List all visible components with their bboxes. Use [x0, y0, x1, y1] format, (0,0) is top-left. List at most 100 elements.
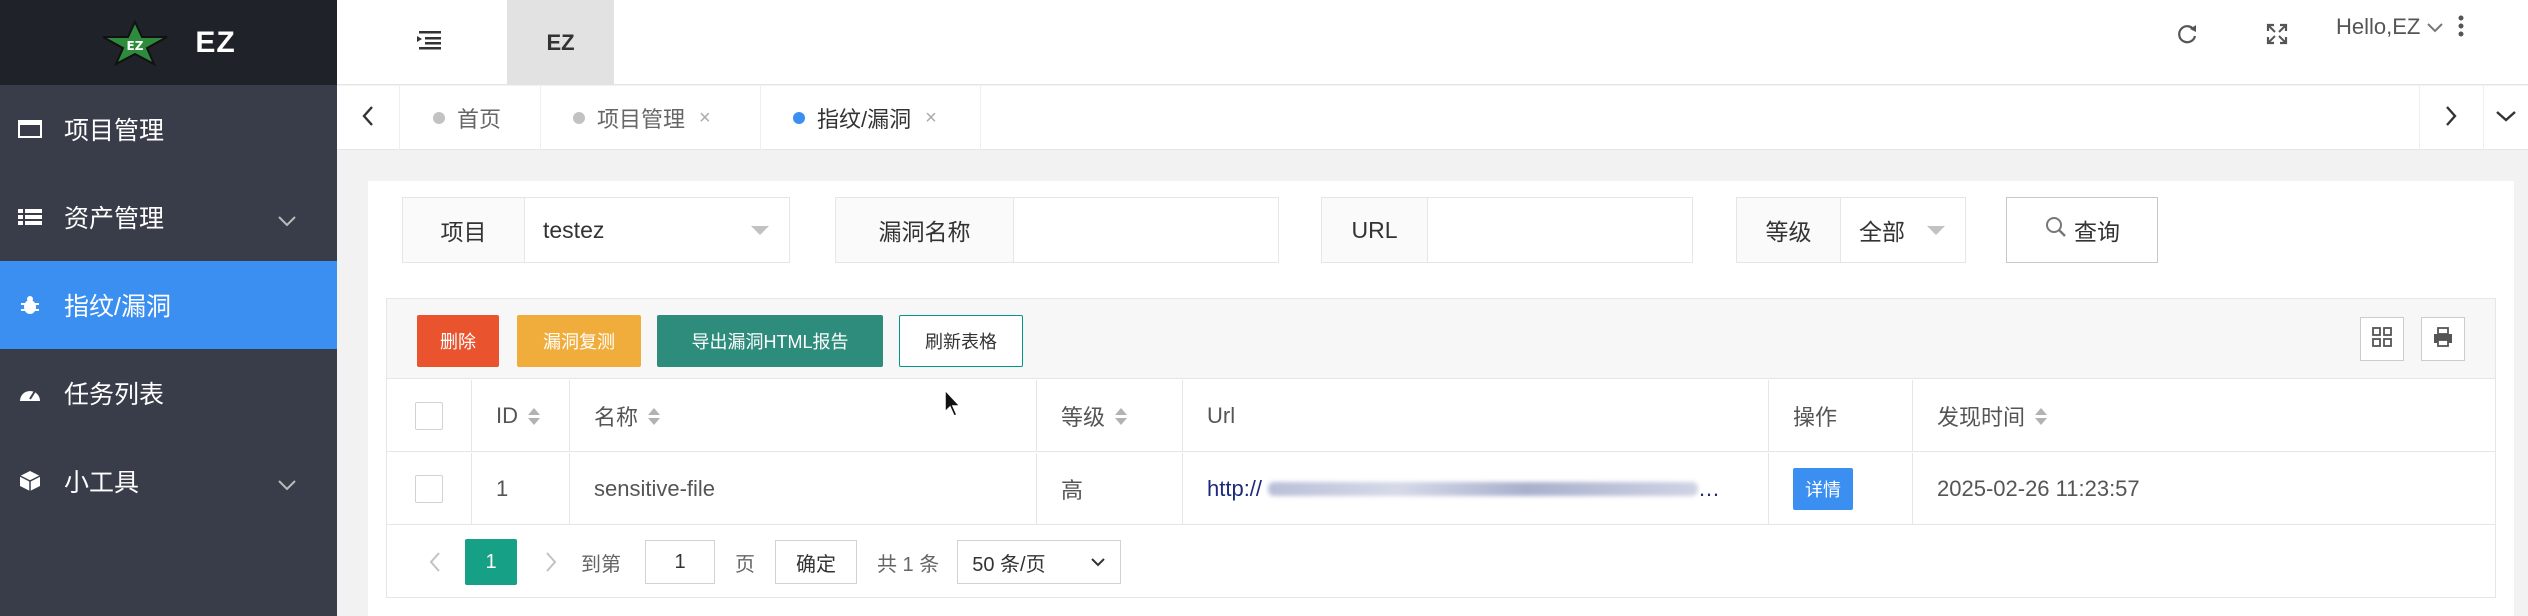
chevron-left-icon [429, 552, 440, 572]
sidebar-item-assets[interactable]: 资产管理 [0, 173, 337, 261]
url-input[interactable] [1428, 198, 1692, 262]
more-vertical-icon [2457, 15, 2465, 44]
chevron-right-icon [546, 552, 557, 572]
goto-page-input[interactable]: 1 [645, 540, 715, 584]
column-label: 发现时间 [1937, 405, 2026, 430]
sidebar-item-projects[interactable]: 项目管理 [0, 85, 337, 173]
page-size-value: 50 条/页 [972, 553, 1046, 576]
vuln-content-card: 项目 testez 漏洞名称 URL 等级 全部 查询 删除 漏洞复测 导出漏洞… [368, 181, 2514, 616]
detail-button[interactable]: 详情 [1793, 468, 1853, 510]
tab-label: 首页 [457, 107, 502, 132]
mouse-cursor-icon [943, 388, 963, 423]
user-label: Hello,EZ [2336, 14, 2421, 39]
tab-home[interactable]: 首页 [401, 86, 541, 150]
search-button[interactable]: 查询 [2006, 197, 2158, 263]
columns-icon [2371, 326, 2393, 353]
columns-filter-button[interactable] [2360, 317, 2404, 361]
column-label: 名称 [594, 405, 639, 430]
logo-star-icon: EZ [101, 19, 169, 66]
caret-down-icon [1927, 226, 1945, 235]
sidebar-item-tasks[interactable]: 任务列表 [0, 349, 337, 437]
row-select-cell [387, 453, 472, 525]
goto-confirm-button[interactable]: 确定 [775, 540, 857, 584]
cell-action: 详情 [1769, 453, 1913, 525]
header-app-tab[interactable]: EZ [507, 0, 614, 85]
search-button-label: 查询 [2074, 219, 2120, 245]
delete-button[interactable]: 删除 [417, 315, 499, 367]
more-button[interactable] [2457, 14, 2465, 45]
fullscreen-button[interactable] [2257, 16, 2297, 56]
sort-icon[interactable] [1115, 407, 1128, 425]
cell-id: 1 [472, 453, 570, 525]
cube-icon [18, 469, 42, 493]
tabs-next-button[interactable] [2419, 86, 2482, 150]
column-header-level[interactable]: 等级 [1037, 380, 1183, 452]
close-icon[interactable]: × [699, 107, 711, 130]
list-icon [18, 205, 42, 229]
sidebar-toggle-button[interactable] [407, 20, 451, 64]
close-icon[interactable]: × [925, 107, 937, 130]
chevron-down-icon [2426, 14, 2444, 40]
logo: EZ EZ [0, 0, 337, 85]
cell-level: 高 [1037, 453, 1183, 525]
tabs-menu-button[interactable] [2483, 86, 2528, 150]
app-title: EZ [195, 25, 236, 59]
page-size-select[interactable]: 50 条/页 [957, 540, 1122, 584]
tab-projects[interactable]: 项目管理 × [541, 86, 761, 150]
refresh-table-button[interactable]: 刷新表格 [899, 315, 1023, 367]
sidebar-item-tools[interactable]: 小工具 [0, 437, 337, 525]
cell-url: http:// … [1183, 453, 1769, 525]
export-report-button[interactable]: 导出漏洞HTML报告 [657, 315, 883, 367]
vuln-name-label: 漏洞名称 [836, 198, 1014, 262]
redacted-url-blur [1268, 482, 1699, 496]
refresh-icon [2175, 22, 2199, 51]
user-menu[interactable]: Hello,EZ [2336, 14, 2444, 40]
bug-icon [18, 293, 42, 317]
sort-icon[interactable] [528, 407, 540, 425]
select-all-checkbox[interactable] [415, 402, 443, 430]
select-all-cell [387, 380, 472, 452]
tabs-prev-button[interactable] [337, 86, 400, 150]
search-icon [2044, 215, 2068, 245]
refresh-button[interactable] [2167, 16, 2207, 56]
goto-label: 到第 [581, 553, 621, 576]
url-label: URL [1322, 198, 1428, 262]
tab-label: 指纹/漏洞 [817, 107, 912, 132]
column-label: ID [496, 403, 518, 428]
chevron-down-icon [277, 469, 297, 498]
tab-fingerprint-vuln[interactable]: 指纹/漏洞 × [761, 86, 981, 150]
url-link[interactable]: http:// [1207, 476, 1262, 502]
vuln-name-input[interactable] [1014, 198, 1278, 262]
print-button[interactable] [2421, 317, 2465, 361]
sidebar-item-label: 小工具 [64, 469, 140, 497]
sidebar: EZ EZ 项目管理 资产管理 指纹/漏洞 任务列表 小工具 [0, 0, 337, 616]
level-select[interactable]: 全部 [1841, 198, 1965, 262]
page-tabs-bar: 首页 项目管理 × 指纹/漏洞 × [337, 86, 2528, 150]
row-checkbox[interactable] [415, 475, 443, 503]
page-number-current[interactable]: 1 [465, 539, 517, 585]
column-header-found-time[interactable]: 发现时间 [1913, 380, 2495, 452]
sidebar-item-label: 项目管理 [64, 117, 165, 145]
level-label: 等级 [1737, 198, 1841, 262]
project-label: 项目 [403, 198, 525, 262]
table-header: ID 名称 等级 Url 操作 发现时间 [387, 380, 2495, 452]
sort-icon[interactable] [2035, 407, 2048, 425]
table-toolbar: 删除 漏洞复测 导出漏洞HTML报告 刷新表格 [387, 299, 2495, 379]
next-page-button[interactable] [531, 551, 571, 573]
project-value: testez [543, 216, 605, 243]
level-value: 全部 [1859, 219, 1905, 245]
svg-text:EZ: EZ [127, 39, 144, 53]
chevron-down-icon [277, 205, 297, 234]
caret-down-icon [751, 226, 769, 235]
cell-found-time: 2025-02-26 11:23:57 [1937, 476, 2140, 501]
table-row: 1 sensitive-file 高 http:// … 详情 2025-02-… [387, 453, 2495, 525]
sidebar-item-fingerprint-vuln[interactable]: 指纹/漏洞 [0, 261, 337, 349]
cell-name: sensitive-file [570, 453, 1037, 525]
column-header-id[interactable]: ID [472, 380, 570, 452]
sort-icon[interactable] [648, 407, 661, 425]
project-select[interactable]: testez [525, 198, 789, 262]
column-header-name[interactable]: 名称 [570, 380, 1037, 452]
prev-page-button[interactable] [415, 551, 455, 573]
recheck-button[interactable]: 漏洞复测 [517, 315, 641, 367]
chevron-right-icon [2444, 105, 2458, 132]
